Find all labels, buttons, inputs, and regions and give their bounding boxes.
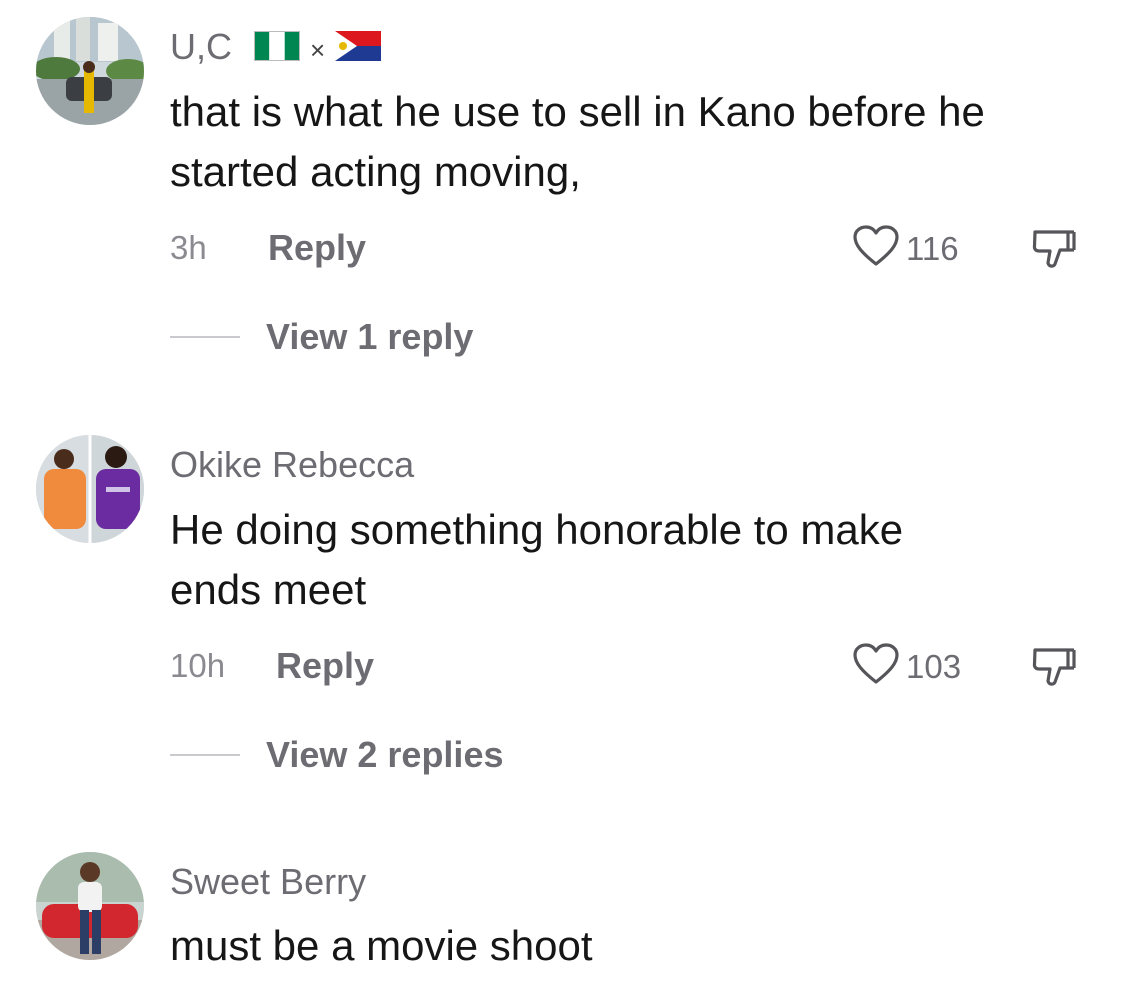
comment-time: 3h bbox=[170, 229, 207, 266]
dislike-icon bbox=[1030, 648, 1078, 692]
avatar[interactable] bbox=[36, 852, 144, 960]
view-replies-button[interactable]: View 1 reply bbox=[170, 316, 473, 358]
reply-button[interactable]: Reply bbox=[276, 645, 374, 687]
dislike-button[interactable] bbox=[1030, 226, 1078, 275]
comment-text: must be a movie shoot bbox=[170, 916, 1090, 976]
username[interactable]: U,C × bbox=[170, 26, 382, 70]
dislike-icon bbox=[1030, 230, 1078, 274]
view-replies-label: View 1 reply bbox=[266, 316, 474, 357]
like-count: 103 bbox=[906, 647, 962, 685]
comment-text-line: ends meet bbox=[170, 566, 367, 613]
nigeria-flag-icon bbox=[254, 28, 301, 70]
like-button[interactable]: 116 bbox=[852, 224, 959, 273]
divider bbox=[170, 336, 240, 338]
sint-maarten-flag-icon bbox=[335, 28, 382, 70]
comment-text: He doing something honorable to make end… bbox=[170, 500, 1090, 620]
like-button[interactable]: 103 bbox=[852, 642, 961, 691]
view-replies-label: View 2 replies bbox=[266, 734, 504, 775]
like-count: 116 bbox=[906, 229, 959, 267]
heart-icon bbox=[852, 642, 900, 691]
comment-time: 10h bbox=[170, 647, 226, 684]
avatar[interactable] bbox=[36, 435, 144, 543]
comment-text-line: He doing something honorable to make bbox=[170, 506, 904, 553]
flag-separator: × bbox=[310, 35, 326, 65]
dislike-button[interactable] bbox=[1030, 644, 1078, 693]
reply-button[interactable]: Reply bbox=[268, 227, 366, 269]
username[interactable]: Sweet Berry bbox=[170, 861, 366, 903]
comment-text-line: that is what he use to sell in Kano befo… bbox=[170, 88, 985, 135]
divider bbox=[170, 754, 240, 756]
comment-text-line: must be a movie shoot bbox=[170, 922, 593, 969]
username-text: U,C bbox=[170, 26, 232, 67]
comment-text-line: started acting moving, bbox=[170, 148, 581, 195]
view-replies-button[interactable]: View 2 replies bbox=[170, 734, 503, 776]
comment-text: that is what he use to sell in Kano befo… bbox=[170, 82, 1090, 202]
username[interactable]: Okike Rebecca bbox=[170, 444, 414, 486]
avatar[interactable] bbox=[36, 17, 144, 125]
heart-icon bbox=[852, 224, 900, 273]
